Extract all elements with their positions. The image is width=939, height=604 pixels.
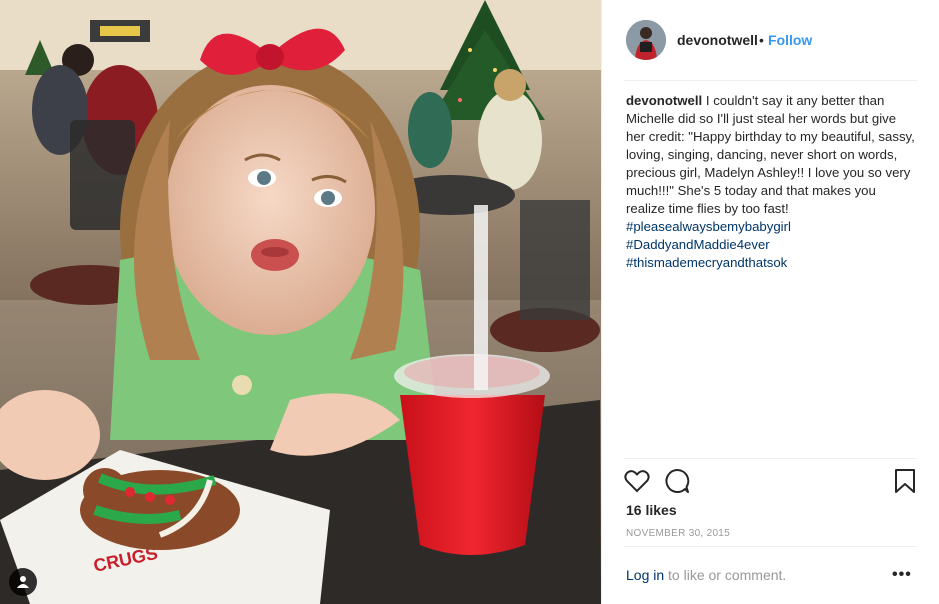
footer-divider [624, 546, 917, 547]
caption-text: I couldn't say it any better than Michel… [626, 93, 915, 216]
instagram-post: CRUGS devonotwell • Follow devonotwell I… [0, 0, 939, 604]
hashtag-link[interactable]: #pleasealwaysbemybabygirl [626, 219, 791, 234]
header-separator: • [759, 32, 764, 48]
hashtag-link[interactable]: #DaddyandMaddie4ever [626, 236, 916, 254]
login-link[interactable]: Log in [626, 567, 664, 583]
post-header: devonotwell • Follow [602, 0, 939, 80]
save-button[interactable] [890, 466, 920, 496]
comment-icon [665, 468, 690, 493]
header-username[interactable]: devonotwell [677, 32, 758, 48]
login-prompt: Log in to like or comment. [626, 567, 786, 583]
like-button[interactable] [622, 466, 652, 496]
post-date[interactable]: NOVEMBER 30, 2015 [626, 528, 730, 539]
actions-divider [624, 458, 917, 459]
photo-illustration: CRUGS [0, 0, 601, 604]
user-tag-icon [17, 576, 29, 588]
post-sidebar: devonotwell • Follow devonotwell I could… [601, 0, 939, 604]
avatar-image [626, 20, 666, 60]
comment-button[interactable] [662, 466, 692, 496]
post-actions [624, 466, 920, 496]
bookmark-icon [895, 469, 915, 493]
follow-button[interactable]: Follow [768, 32, 812, 48]
heart-icon [624, 470, 650, 493]
post-caption: devonotwell I couldn't say it any better… [626, 92, 916, 272]
hashtag-link[interactable]: #thismademecryandthatsok [626, 254, 916, 272]
more-options-button[interactable]: ••• [892, 566, 912, 584]
tagged-users-button[interactable] [9, 568, 37, 596]
likes-count[interactable]: 16 likes [626, 502, 677, 518]
header-divider [624, 80, 917, 81]
caption-username[interactable]: devonotwell [626, 93, 702, 108]
avatar[interactable] [626, 20, 666, 60]
post-photo[interactable]: CRUGS [0, 0, 601, 604]
login-suffix: to like or comment. [664, 567, 787, 583]
